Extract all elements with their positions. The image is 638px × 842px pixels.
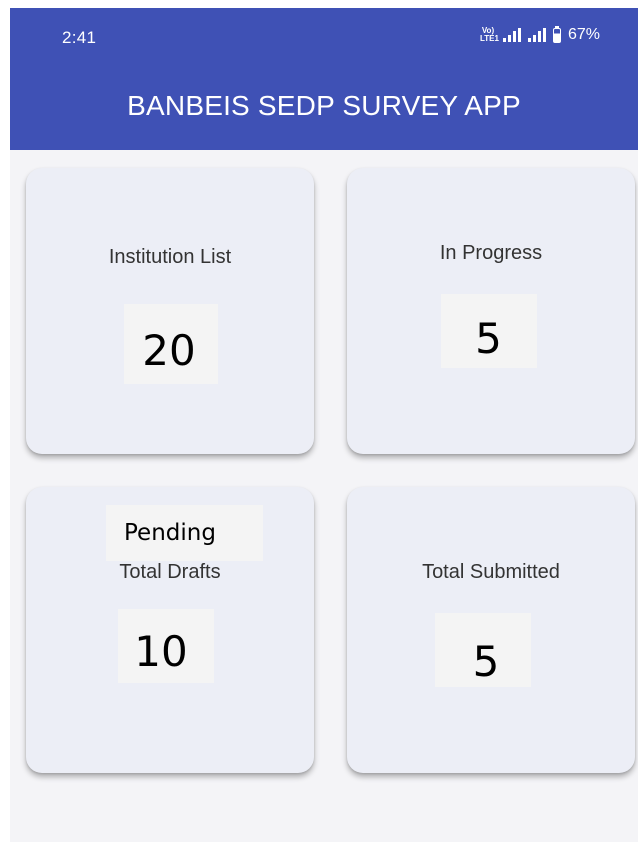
- status-icons: Vo) LTE1 67%: [479, 25, 600, 44]
- app-title: BANBEIS SEDP SURVEY APP: [127, 90, 521, 121]
- card-value: 10: [134, 627, 188, 676]
- pending-label: Pending: [124, 520, 216, 546]
- card-title: Total Drafts: [119, 561, 221, 583]
- battery-icon: [552, 25, 561, 43]
- card-title: In Progress: [439, 242, 543, 264]
- status-time: 2:41: [62, 28, 97, 47]
- card-institution-list[interactable]: Institution List 20: [26, 168, 314, 454]
- card-title: Institution List: [108, 246, 232, 268]
- app-bar: 2:41 Vo) LTE1 67% BANBEIS SEDP SURVEY APP: [10, 8, 638, 150]
- card-title: Total Submitted: [422, 561, 560, 583]
- card-total-drafts[interactable]: Total Drafts Pending 10: [26, 487, 314, 773]
- card-value: 20: [142, 326, 196, 375]
- signal-icon-sim2: [527, 28, 546, 42]
- app-screen: 2:41 Vo) LTE1 67% BANBEIS SEDP SURVEY APP…: [10, 8, 638, 842]
- volte-icon: Vo) LTE1: [479, 26, 499, 43]
- card-in-progress[interactable]: In Progress 5: [347, 168, 635, 454]
- battery-level: 67%: [567, 26, 600, 43]
- card-total-submitted[interactable]: Total Submitted 5: [347, 487, 635, 773]
- card-value: 5: [472, 637, 500, 686]
- card-value: 5: [475, 314, 502, 363]
- signal-icon-sim1: [502, 28, 521, 42]
